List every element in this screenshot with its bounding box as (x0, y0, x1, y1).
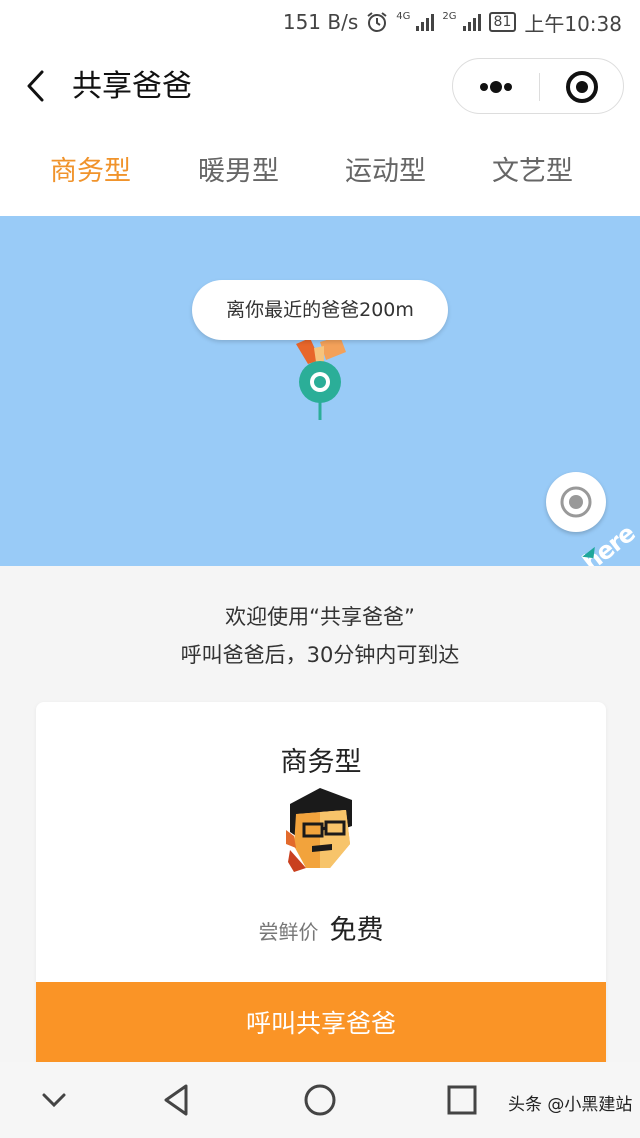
dad-type-card: 商务型 尝鲜价 免费 呼叫共享爸爸 (36, 702, 606, 1072)
location-marker-icon[interactable] (296, 360, 344, 422)
locate-icon (560, 486, 592, 518)
recent-square-icon[interactable] (444, 1082, 480, 1118)
tab-art[interactable]: 文艺型 (492, 152, 573, 192)
page-title: 共享爸爸 (72, 69, 192, 104)
business-dad-avatar-icon (286, 788, 352, 872)
tab-business[interactable]: 商务型 (50, 152, 131, 192)
call-dad-button[interactable]: 呼叫共享爸爸 (36, 982, 606, 1072)
map[interactable]: 离你最近的爸爸200m here (0, 216, 640, 566)
welcome-line-2: 呼叫爸爸后，30分钟内可到达 (180, 643, 460, 667)
welcome-line-1: 欢迎使用“共享爸爸” (225, 605, 415, 629)
more-icon[interactable] (453, 59, 539, 115)
tab-sport[interactable]: 运动型 (345, 152, 426, 192)
mini-program-capsule (452, 58, 624, 114)
clock: 上午10:38 (524, 11, 622, 36)
back-triangle-icon[interactable] (160, 1082, 196, 1118)
signal-icon-2 (462, 13, 481, 31)
price-row: 尝鲜价 免费 (36, 908, 606, 947)
chevron-down-icon[interactable] (36, 1082, 72, 1118)
type-tabs: 商务型 暖男型 运动型 文艺型 (0, 130, 640, 216)
welcome-text: 欢迎使用“共享爸爸” 呼叫爸爸后，30分钟内可到达 (0, 598, 640, 674)
price-value: 免费 (329, 915, 384, 946)
price-label: 尝鲜价 (258, 920, 319, 944)
target-icon[interactable] (540, 59, 624, 115)
system-navbar: 头条 @小黑建站 (0, 1062, 640, 1138)
watermark: 头条 @小黑建站 (508, 1095, 633, 1115)
card-type-title: 商务型 (280, 747, 362, 778)
net-speed: 151 B/s (282, 10, 359, 34)
signal-icon-1 (416, 13, 435, 31)
network-type-2: 2G (442, 11, 457, 22)
locate-button[interactable] (546, 472, 606, 532)
header: 共享爸爸 (0, 44, 640, 130)
battery-icon: 81 (488, 12, 517, 32)
alarm-icon (367, 12, 387, 32)
network-type-1: 4G (396, 11, 411, 22)
home-circle-icon[interactable] (302, 1082, 338, 1118)
back-icon[interactable] (22, 68, 52, 104)
nearest-dad-bubble: 离你最近的爸爸200m (192, 280, 448, 340)
tab-warm[interactable]: 暖男型 (198, 152, 279, 192)
status-bar: 151 B/s 4G 2G 81 上午10:38 (0, 0, 640, 44)
